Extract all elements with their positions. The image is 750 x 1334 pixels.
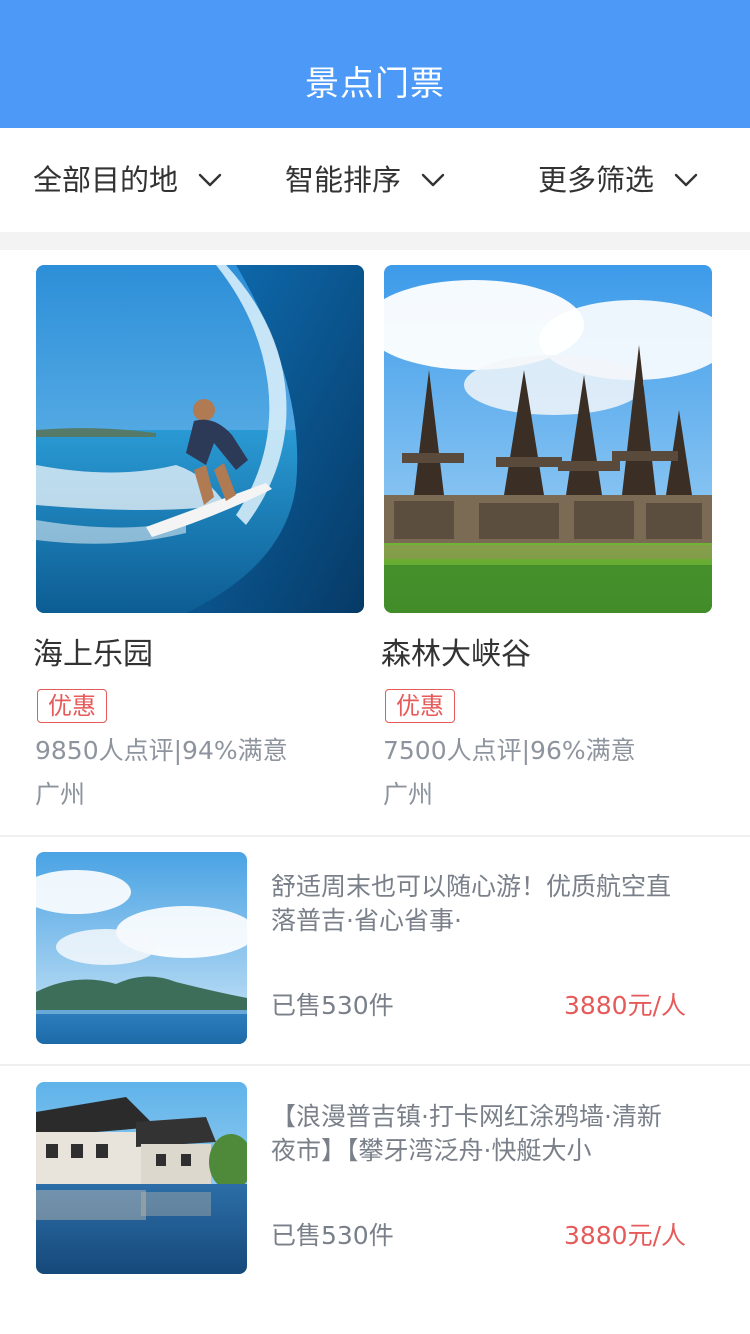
- price-label: 3880元/人: [563, 1221, 686, 1250]
- filter-destination[interactable]: 全部目的地: [33, 156, 222, 204]
- temple-pagodas-photo: [384, 265, 712, 613]
- discount-badge: 优惠: [37, 689, 107, 723]
- section-gap: [0, 232, 750, 250]
- surfer-wave-photo: [36, 265, 364, 613]
- discount-badge: 优惠: [385, 689, 455, 723]
- sold-count: 已售530件: [271, 1221, 394, 1250]
- attraction-card[interactable]: 海上乐园 优惠 9850人点评|94%满意 广州: [33, 265, 364, 809]
- attraction-card[interactable]: 森林大峡谷 优惠 7500人点评|96%满意 广州: [381, 265, 712, 809]
- filter-more-label: 更多筛选: [538, 163, 655, 197]
- list-item[interactable]: 舒适周末也可以随心游！优质航空直落普吉·省心省事· 已售530件 3880元/人: [0, 852, 750, 1044]
- divider: [0, 835, 750, 837]
- list-item[interactable]: 【浪漫普吉镇·打卡网红涂鸦墙·清新夜市】【攀牙湾泛舟·快艇大小 已售530件 3…: [0, 1082, 750, 1274]
- filter-destination-label: 全部目的地: [33, 163, 179, 197]
- price-label: 3880元/人: [563, 991, 686, 1020]
- review-stats: 7500人点评|96%满意: [383, 736, 636, 765]
- attraction-name: 海上乐园: [33, 637, 153, 672]
- filter-sort-label: 智能排序: [285, 163, 402, 197]
- filter-sort[interactable]: 智能排序: [285, 156, 445, 204]
- chevron-down-icon: [198, 173, 222, 187]
- filter-bar: 全部目的地 智能排序 更多筛选: [0, 128, 750, 232]
- water-town-photo: [36, 1082, 247, 1274]
- city-label: 广州: [383, 780, 434, 809]
- chevron-down-icon: [674, 173, 698, 187]
- page-title: 景点门票: [305, 64, 445, 104]
- chevron-down-icon: [421, 173, 445, 187]
- sold-count: 已售530件: [271, 991, 394, 1020]
- trip-description: 【浪漫普吉镇·打卡网红涂鸦墙·清新夜市】【攀牙湾泛舟·快艇大小: [271, 1102, 662, 1165]
- filter-more[interactable]: 更多筛选: [538, 156, 698, 204]
- attraction-name: 森林大峡谷: [381, 637, 531, 672]
- review-stats: 9850人点评|94%满意: [35, 736, 288, 765]
- trip-description: 舒适周末也可以随心游！优质航空直落普吉·省心省事·: [271, 872, 671, 935]
- divider: [0, 1064, 750, 1066]
- city-label: 广州: [35, 780, 86, 809]
- top-header: 景点门票: [0, 0, 750, 128]
- sea-island-photo: [36, 852, 247, 1044]
